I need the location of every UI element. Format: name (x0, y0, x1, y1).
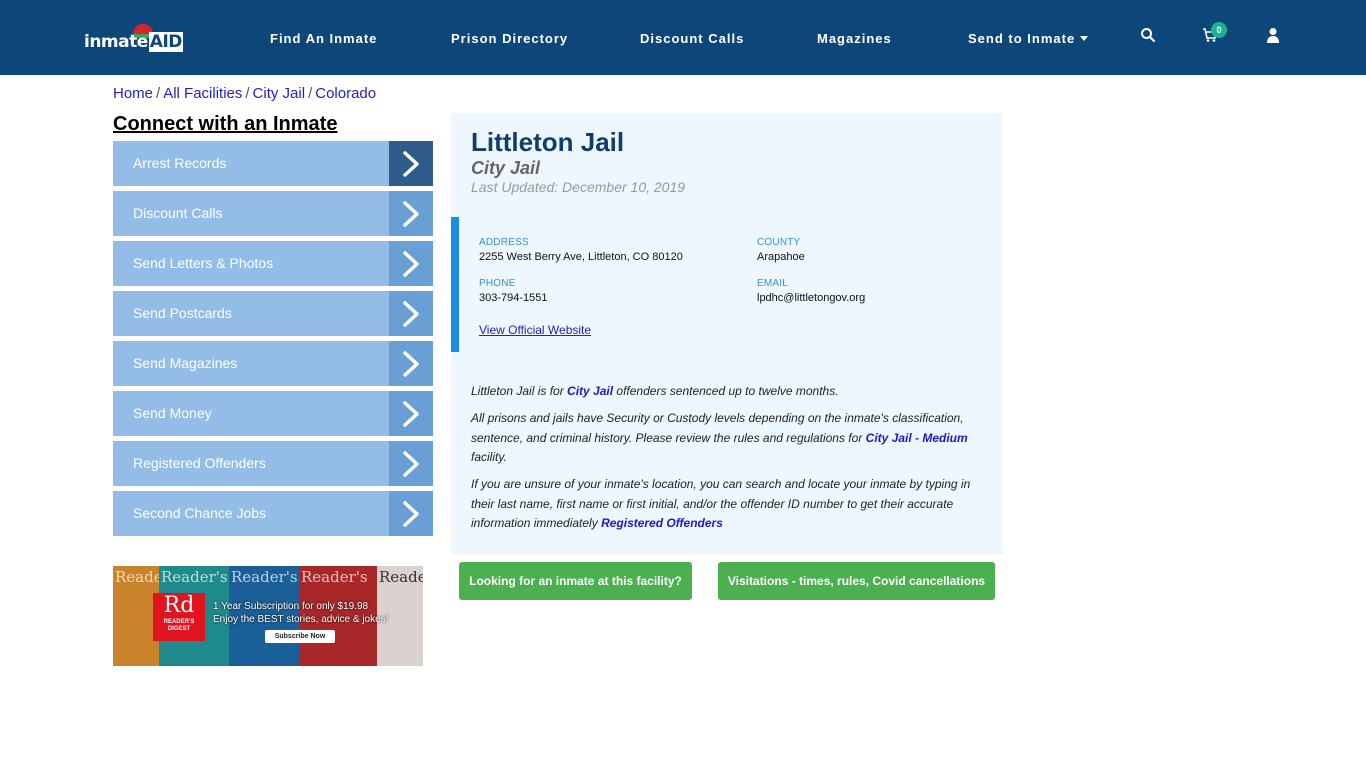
facility-contact-box: ADDRESS 2255 West Berry Ave, Littleton, … (451, 217, 1003, 352)
rd-logo-sub: DIGEST (167, 626, 191, 632)
facility-name: Littleton Jail (471, 127, 625, 157)
rd-logo-sub: READER'S (163, 619, 195, 625)
nav-find-an-inmate[interactable]: Find An Inmate (270, 31, 377, 46)
sidebar-item-registered-offenders[interactable]: Registered Offenders (113, 441, 433, 486)
nav-discount-calls[interactable]: Discount Calls (640, 31, 744, 46)
sidebar-item-label: Send Money (133, 405, 212, 421)
cover-title: Reader's (301, 568, 368, 586)
logo-accent-text: AID (148, 32, 183, 52)
connect-with-inmate-heading: Connect with an Inmate (113, 113, 338, 135)
view-official-website-link[interactable]: View Official Website (479, 323, 591, 337)
breadcrumb: Home / All Facilities / City Jail / Colorado (113, 85, 376, 102)
visitations-button[interactable]: Visitations - times, rules, Covid cancel… (718, 562, 995, 600)
desc-text: offenders sentenced up to twelve months. (613, 384, 839, 398)
cart-count-badge: 0 (1211, 22, 1227, 38)
chevron-right-icon (389, 391, 433, 436)
email-value[interactable]: lpdhc@littletongov.org (757, 292, 865, 304)
user-icon[interactable] (1265, 27, 1283, 45)
ad-offer-text: 1 Year Subscription for only $19.98 (213, 601, 369, 612)
nav-prison-directory[interactable]: Prison Directory (451, 31, 568, 46)
city-jail-link[interactable]: City Jail (567, 384, 613, 398)
sidebar-item-send-postcards[interactable]: Send Postcards (113, 291, 433, 336)
breadcrumb-city-jail[interactable]: City Jail (253, 85, 306, 102)
inmateaid-logo[interactable]: inmate AID (84, 22, 184, 56)
logo-main-text: inmate (84, 32, 148, 52)
facility-type: City Jail (471, 158, 541, 178)
breadcrumb-separator: / (308, 85, 313, 102)
chevron-right-icon (389, 241, 433, 286)
nav-magazines[interactable]: Magazines (817, 31, 892, 46)
breadcrumb-all-facilities[interactable]: All Facilities (163, 85, 242, 102)
sidebar-item-label: Discount Calls (133, 205, 223, 221)
sidebar-item-label: Second Chance Jobs (133, 505, 267, 521)
chevron-right-icon (389, 191, 433, 236)
subscribe-now-button[interactable]: Subscribe Now (265, 630, 335, 643)
chevron-right-icon (389, 491, 433, 536)
chevron-right-icon (389, 341, 433, 386)
breadcrumb-separator: / (156, 85, 161, 102)
caret-down-icon (1080, 36, 1089, 41)
readers-digest-ad[interactable]: Reader's Reader's Reader's Reader's Read… (113, 566, 423, 666)
readers-digest-logo: Rd READER'S DIGEST (153, 593, 205, 641)
county-label: COUNTY (757, 237, 801, 248)
facility-description-1: Littleton Jail is for City Jail offender… (471, 382, 981, 402)
sidebar-item-second-chance-jobs[interactable]: Second Chance Jobs (113, 491, 433, 536)
cover-title: Reader's (231, 568, 298, 586)
sidebar-item-label: Send Postcards (133, 305, 232, 321)
sidebar-item-label: Send Magazines (133, 355, 238, 371)
sidebar-item-send-magazines[interactable]: Send Magazines (113, 341, 433, 386)
sidebar-menu: Arrest Records Discount Calls Send Lette… (113, 141, 433, 541)
sidebar-item-send-letters-photos[interactable]: Send Letters & Photos (113, 241, 433, 286)
chevron-right-icon (389, 141, 433, 186)
cover-title: Reader's (161, 568, 228, 586)
chevron-right-icon (389, 441, 433, 486)
county-value: Arapahoe (757, 251, 805, 263)
address-value: 2255 West Berry Ave, Littleton, CO 80120 (479, 251, 683, 263)
search-icon[interactable] (1140, 27, 1158, 45)
sidebar-item-send-money[interactable]: Send Money (113, 391, 433, 436)
email-label: EMAIL (757, 278, 789, 289)
sidebar-item-label: Send Letters & Photos (133, 255, 274, 271)
facility-details-panel: Littleton Jail City Jail Last Updated: D… (451, 113, 1003, 554)
sidebar-item-arrest-records[interactable]: Arrest Records (113, 141, 433, 186)
logo-text: inmate AID (84, 32, 183, 52)
city-jail-medium-link[interactable]: City Jail - Medium (866, 431, 968, 445)
last-updated: Last Updated: December 10, 2019 (471, 179, 686, 195)
breadcrumb-separator: / (245, 85, 250, 102)
ad-tagline-text: Enjoy the BEST stories, advice & jokes! (213, 614, 389, 625)
breadcrumb-colorado[interactable]: Colorado (315, 85, 376, 102)
registered-offenders-link[interactable]: Registered Offenders (601, 516, 723, 530)
sidebar-item-label: Registered Offenders (133, 455, 266, 471)
sidebar-item-discount-calls[interactable]: Discount Calls (113, 191, 433, 236)
sidebar-item-label: Arrest Records (133, 155, 227, 171)
breadcrumb-home[interactable]: Home (113, 85, 153, 102)
nav-send-to-inmate[interactable]: Send to Inmate (968, 31, 1089, 46)
chevron-right-icon (389, 291, 433, 336)
facility-description-2: All prisons and jails have Security or C… (471, 409, 981, 468)
facility-description-3: If you are unsure of your inmate's locat… (471, 475, 981, 534)
address-label: ADDRESS (479, 237, 529, 248)
top-navbar: inmate AID Find An Inmate Prison Director… (0, 0, 1366, 75)
find-inmate-at-facility-button[interactable]: Looking for an inmate at this facility? (459, 562, 692, 600)
phone-value[interactable]: 303-794-1551 (479, 292, 548, 304)
desc-text: facility. (471, 450, 507, 464)
nav-send-to-inmate-label: Send to Inmate (968, 31, 1076, 46)
phone-label: PHONE (479, 278, 516, 289)
rd-logo-text: Rd (163, 593, 195, 618)
desc-text: Littleton Jail is for (471, 384, 568, 398)
cover-title: Reader's (379, 568, 423, 586)
